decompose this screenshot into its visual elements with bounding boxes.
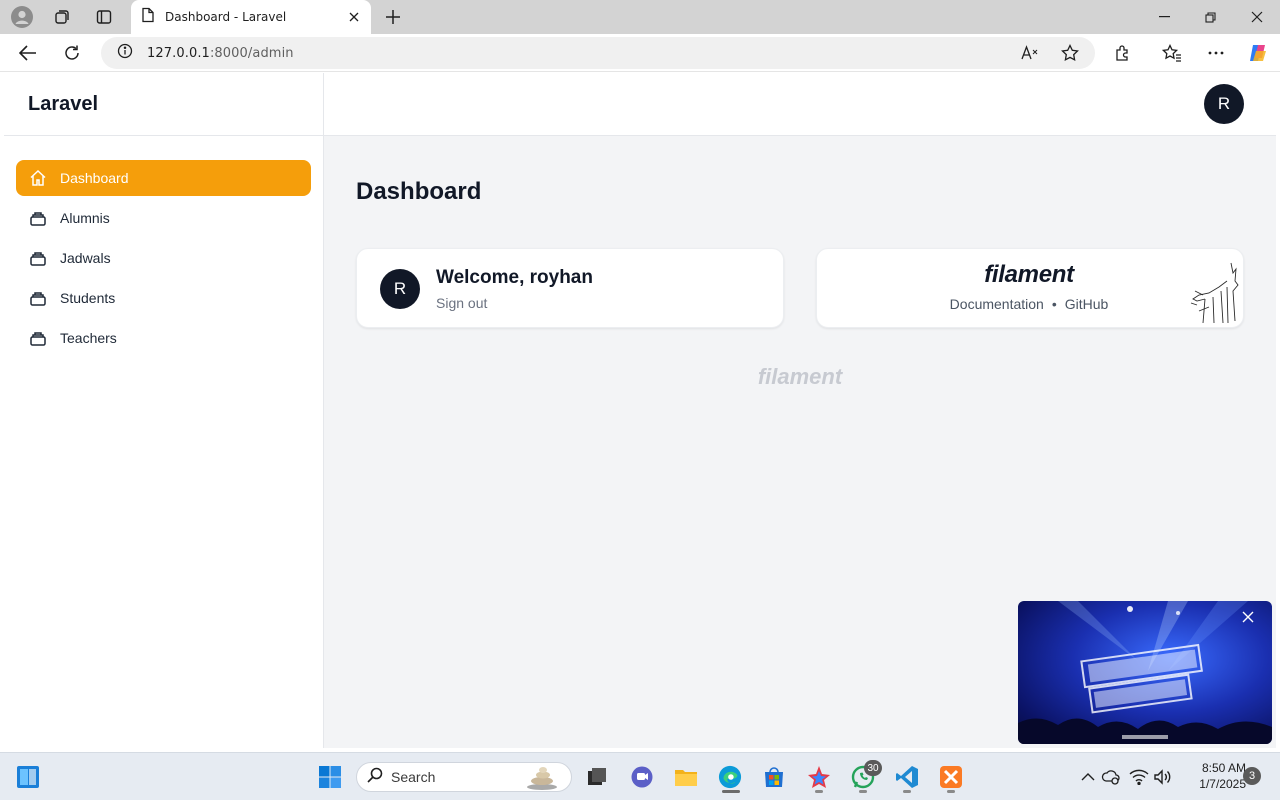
search-icon xyxy=(367,767,383,787)
sidebar-nav: Dashboard Alumnis Jadwals Students Teach… xyxy=(4,136,323,356)
read-aloud-icon[interactable] xyxy=(1018,41,1042,65)
refresh-icon[interactable] xyxy=(58,39,86,67)
url-text: 127.0.0.1:8000/admin xyxy=(147,45,294,61)
sidebar-item-label: Dashboard xyxy=(60,170,129,186)
github-link[interactable]: GitHub xyxy=(1065,296,1109,312)
whatsapp-unread-badge: 30 xyxy=(864,760,882,776)
teams-chat-icon[interactable] xyxy=(630,765,654,789)
brand-logo[interactable]: Laravel xyxy=(4,73,323,136)
notification-count-badge[interactable]: 3 xyxy=(1243,767,1261,785)
active-app-indicator xyxy=(722,790,740,793)
app-topbar: R xyxy=(324,73,1276,136)
filament-info-widget: filament Documentation • GitHub xyxy=(816,248,1244,328)
more-options-icon[interactable] xyxy=(1204,41,1228,65)
app-star-icon[interactable] xyxy=(807,765,831,789)
sidebar-item-label: Teachers xyxy=(60,330,117,346)
sidebar-item-students[interactable]: Students xyxy=(16,280,311,316)
restore-icon[interactable] xyxy=(1187,0,1233,34)
onedrive-sync-icon[interactable] xyxy=(1099,765,1123,789)
close-video-icon[interactable] xyxy=(1238,607,1258,627)
sign-out-link[interactable]: Sign out xyxy=(436,295,487,311)
tab-actions-icon[interactable] xyxy=(92,5,116,29)
collection-icon xyxy=(28,208,48,228)
xampp-icon[interactable] xyxy=(939,765,963,789)
sidebar-item-jadwals[interactable]: Jadwals xyxy=(16,240,311,276)
collection-icon xyxy=(28,328,48,348)
concert-video-frame xyxy=(1018,601,1272,744)
running-app-indicator xyxy=(947,790,955,793)
clock-date: 1/7/2025 xyxy=(1199,777,1246,791)
tab-title: Dashboard - Laravel xyxy=(165,10,287,24)
page-icon xyxy=(141,7,155,27)
taskbar-clock[interactable]: 8:50 AM 1/7/2025 xyxy=(1182,760,1246,792)
windows-taskbar: Search xyxy=(0,752,1280,800)
site-info-icon[interactable] xyxy=(117,43,133,63)
close-window-icon[interactable] xyxy=(1234,0,1280,34)
task-view-icon[interactable] xyxy=(585,765,609,789)
tab-dashboard[interactable]: Dashboard - Laravel xyxy=(131,0,371,34)
sidebar-item-label: Alumnis xyxy=(60,210,110,226)
widgets-icon[interactable] xyxy=(16,765,40,789)
video-overlay[interactable] xyxy=(1018,601,1272,744)
volume-icon[interactable] xyxy=(1151,765,1175,789)
minimize-icon[interactable] xyxy=(1141,0,1187,34)
copilot-icon[interactable] xyxy=(1246,41,1270,65)
browser-toolbar: 127.0.0.1:8000/admin xyxy=(0,34,1280,72)
search-highlight-icon xyxy=(525,766,559,794)
avatar: R xyxy=(380,269,420,309)
account-widget: R Welcome, royhan Sign out xyxy=(356,248,784,328)
address-bar[interactable]: 127.0.0.1:8000/admin xyxy=(101,37,1095,69)
welcome-heading: Welcome, royhan xyxy=(436,267,593,288)
separator-dot: • xyxy=(1051,296,1057,312)
show-hidden-icons-icon[interactable] xyxy=(1076,765,1100,789)
workspaces-icon[interactable] xyxy=(50,5,74,29)
user-avatar[interactable]: R xyxy=(1204,84,1244,124)
search-placeholder: Search xyxy=(391,769,436,785)
file-explorer-icon[interactable] xyxy=(674,765,698,789)
running-app-indicator xyxy=(815,790,823,793)
sidebar-item-teachers[interactable]: Teachers xyxy=(16,320,311,356)
start-icon[interactable] xyxy=(318,765,342,789)
filament-mascot-icon xyxy=(1190,262,1239,324)
vscode-icon[interactable] xyxy=(895,765,919,789)
sidebar-item-label: Jadwals xyxy=(60,250,111,266)
page-title: Dashboard xyxy=(356,178,482,205)
back-icon[interactable] xyxy=(14,39,42,67)
home-icon xyxy=(28,168,48,188)
documentation-link[interactable]: Documentation xyxy=(950,296,1044,312)
profile-icon[interactable] xyxy=(10,5,34,29)
edge-browser-icon[interactable] xyxy=(718,765,742,789)
sidebar-item-label: Students xyxy=(60,290,116,306)
running-app-indicator xyxy=(903,790,911,793)
collection-icon xyxy=(28,288,48,308)
sidebar-item-alumnis[interactable]: Alumnis xyxy=(16,200,311,236)
taskbar-search-input[interactable]: Search xyxy=(356,762,572,792)
clock-time: 8:50 AM xyxy=(1201,761,1246,775)
collection-icon xyxy=(28,248,48,268)
favorites-icon[interactable] xyxy=(1160,41,1184,65)
filament-links: Documentation • GitHub xyxy=(817,296,1241,312)
microsoft-store-icon[interactable] xyxy=(762,765,786,789)
browser-tab-bar: Dashboard - Laravel xyxy=(0,0,1280,34)
new-tab-icon[interactable] xyxy=(381,5,405,29)
wifi-icon[interactable] xyxy=(1127,765,1151,789)
sidebar: Laravel Dashboard Alumnis Jadwals Studen… xyxy=(4,73,324,748)
filament-footer-logo: filament xyxy=(757,364,843,389)
filament-logo: filament xyxy=(984,261,1074,288)
sidebar-item-dashboard[interactable]: Dashboard xyxy=(16,160,311,196)
extensions-icon[interactable] xyxy=(1111,41,1135,65)
close-tab-icon[interactable] xyxy=(345,8,363,26)
running-app-indicator xyxy=(859,790,867,793)
favorite-star-icon[interactable] xyxy=(1058,41,1082,65)
